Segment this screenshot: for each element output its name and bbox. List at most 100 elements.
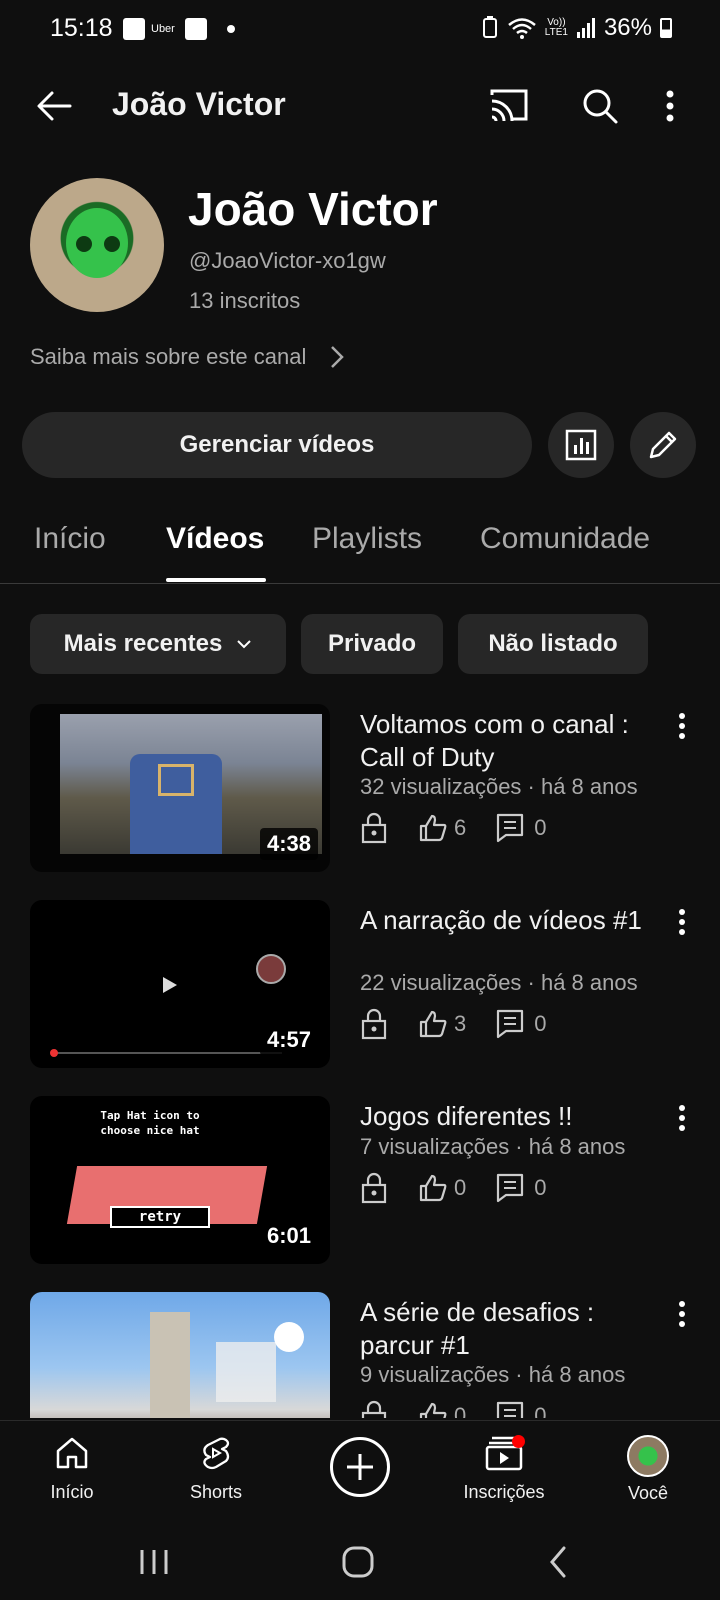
like-count: 0 xyxy=(454,1175,467,1200)
tower-shape xyxy=(150,1312,190,1418)
video-duration: 4:38 xyxy=(259,828,318,860)
nav-subscriptions[interactable]: Inscrições xyxy=(444,1435,564,1503)
uber-icon: Uber xyxy=(151,23,175,35)
plus-icon xyxy=(347,1454,373,1480)
video-thumbnail[interactable]: 4:57 xyxy=(30,900,330,1068)
status-bar: 15:18 Uber Vo)) LTE1 36% xyxy=(0,0,720,64)
back-button-icon[interactable] xyxy=(546,1544,570,1580)
chevron-down-icon xyxy=(237,640,252,649)
comment-count: 0 xyxy=(534,1175,547,1200)
signal-icon xyxy=(576,18,595,38)
retry-label: retry xyxy=(110,1206,210,1228)
system-navigation xyxy=(0,1524,720,1600)
filter-chip-unlisted-label: Não listado xyxy=(488,630,618,657)
tab-playlists[interactable]: Playlists xyxy=(312,522,422,556)
cast-icon[interactable] xyxy=(488,87,530,123)
channel-name: João Victor xyxy=(188,183,438,235)
video-more-icon[interactable] xyxy=(678,712,686,740)
video-item[interactable]: 4:38 Voltamos com o canal : Call of Duty… xyxy=(0,704,720,874)
volte-indicator: Vo)) LTE1 xyxy=(545,18,568,38)
video-item[interactable]: 4:57 A narração de vídeos #1 22 visualiz… xyxy=(0,900,720,1070)
sight-reticle-shape xyxy=(158,764,194,796)
home-icon xyxy=(56,1437,88,1469)
subscriber-count: 13 inscritos xyxy=(189,288,301,313)
notification-dot xyxy=(512,1435,525,1448)
battery-percent: 36% xyxy=(603,14,652,41)
video-duration: 4:57 xyxy=(259,1024,318,1056)
video-more-icon[interactable] xyxy=(678,1300,686,1328)
comment-icon xyxy=(497,1401,524,1418)
gallery-icon xyxy=(123,18,145,40)
nav-home-label: Início xyxy=(50,1482,94,1502)
nav-shorts-label: Shorts xyxy=(189,1482,243,1502)
game-hint-text: Tap Hat icon to choose nice hat xyxy=(70,1108,230,1138)
edit-channel-button[interactable] xyxy=(630,412,696,478)
video-title: Jogos diferentes !! xyxy=(360,1101,573,1131)
wifi-icon xyxy=(507,18,536,39)
analytics-button[interactable] xyxy=(548,412,614,478)
status-time: 15:18 xyxy=(50,14,113,42)
nav-you[interactable]: Você xyxy=(588,1435,708,1504)
game-hint-line1: Tap Hat icon to xyxy=(100,1109,200,1122)
video-meta: 22 visualizações · há 8 anos xyxy=(360,970,638,995)
video-thumbnail[interactable]: Tap Hat icon to choose nice hat retry 6:… xyxy=(30,1096,330,1264)
video-item[interactable]: Tap Hat icon to choose nice hat retry 6:… xyxy=(0,1096,720,1266)
game-hint-line2: choose nice hat xyxy=(100,1124,200,1137)
app-bar-title: João Victor xyxy=(112,86,286,122)
app-bar: João Victor xyxy=(0,70,720,142)
channel-avatar[interactable] xyxy=(30,178,164,312)
analytics-icon xyxy=(565,429,597,461)
video-thumbnail[interactable]: 4:38 xyxy=(30,704,330,872)
pencil-icon xyxy=(649,431,677,459)
video-meta: 7 visualizações · há 8 anos xyxy=(360,1134,626,1159)
status-notification-icons: Uber xyxy=(123,18,235,40)
video-more-icon[interactable] xyxy=(678,908,686,936)
video-duration: 6:01 xyxy=(259,1220,318,1252)
about-channel-link[interactable]: Saiba mais sobre este canal xyxy=(30,344,345,370)
facecam-bubble xyxy=(256,954,286,984)
user-avatar xyxy=(627,1435,669,1477)
channel-handle: @JoaoVictor-xo1gw xyxy=(189,248,386,273)
tab-community[interactable]: Comunidade xyxy=(480,522,650,556)
manage-videos-label: Gerenciar vídeos xyxy=(179,431,375,458)
nav-home[interactable]: Início xyxy=(12,1435,132,1503)
search-icon[interactable] xyxy=(580,86,620,126)
battery-icon xyxy=(660,18,672,38)
tab-home[interactable]: Início xyxy=(34,522,106,556)
home-button-icon[interactable] xyxy=(340,1544,376,1580)
lock-icon xyxy=(361,1172,387,1204)
comment-icon xyxy=(497,813,524,843)
nav-shorts[interactable]: Shorts xyxy=(156,1435,276,1503)
comment-icon xyxy=(497,1173,524,1203)
active-tab-indicator xyxy=(166,578,266,582)
video-stats: 0 0 xyxy=(360,1172,547,1204)
thumb-up-icon xyxy=(419,1010,447,1038)
filter-chip-private[interactable]: Privado xyxy=(301,614,443,674)
video-stats: 0 0 xyxy=(360,1400,547,1418)
lock-icon xyxy=(361,812,387,844)
thumb-up-icon xyxy=(419,1174,447,1202)
video-item[interactable]: A série de desafios : parcur #1 9 visual… xyxy=(0,1292,720,1418)
comment-icon xyxy=(497,1009,524,1039)
more-notifications-icon xyxy=(226,25,235,33)
recent-apps-icon[interactable] xyxy=(138,1546,170,1578)
comment-count: 0 xyxy=(534,1011,547,1036)
bottom-navigation: Início Shorts Inscrições Você xyxy=(0,1420,720,1524)
video-meta: 9 visualizações · há 8 anos xyxy=(360,1362,626,1387)
lock-icon xyxy=(361,1400,387,1418)
sort-chip-label: Mais recentes xyxy=(63,630,223,657)
shorts-icon xyxy=(203,1437,230,1470)
progress-track xyxy=(52,1052,282,1054)
filter-chip-unlisted[interactable]: Não listado xyxy=(458,614,648,674)
more-vert-icon[interactable] xyxy=(664,86,676,126)
video-thumbnail[interactable] xyxy=(30,1292,330,1418)
record-button-shape xyxy=(274,1322,304,1352)
thumb-up-icon xyxy=(419,814,447,842)
manage-videos-button[interactable]: Gerenciar vídeos xyxy=(22,412,532,478)
tab-videos[interactable]: Vídeos xyxy=(166,522,264,556)
about-channel-label: Saiba mais sobre este canal xyxy=(30,344,307,369)
video-more-icon[interactable] xyxy=(678,1104,686,1132)
back-arrow-icon[interactable] xyxy=(34,86,74,126)
sort-chip[interactable]: Mais recentes xyxy=(30,614,286,674)
create-button[interactable] xyxy=(330,1437,390,1497)
